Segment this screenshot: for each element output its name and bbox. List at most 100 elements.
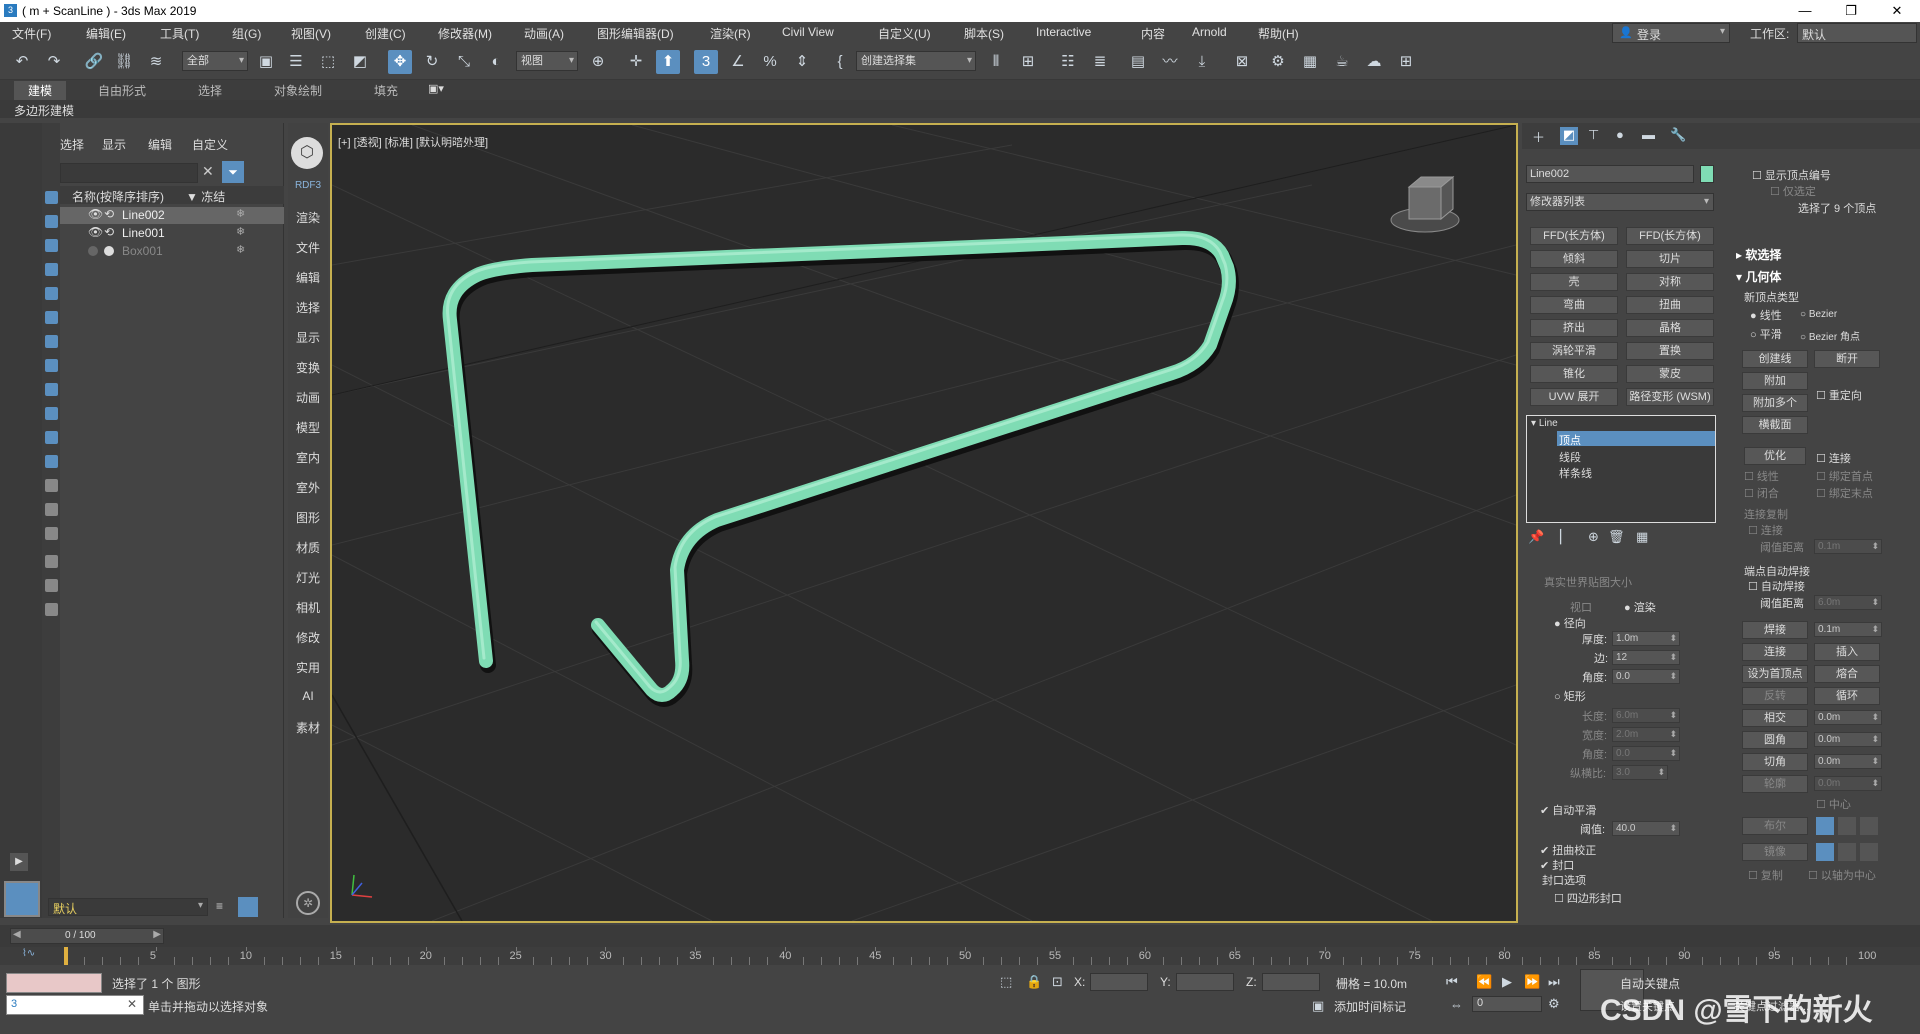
connect-copy-checkbox[interactable]: ☐ 连接	[1748, 522, 1783, 538]
cmd-render[interactable]: 渲染	[288, 209, 328, 226]
time-tag-icon[interactable]: ▣	[1312, 998, 1324, 1014]
explorer-menu-display[interactable]: 显示	[102, 136, 126, 153]
mirror-vertical-icon[interactable]	[1838, 843, 1856, 861]
cmd-display[interactable]: 显示	[288, 329, 328, 346]
lock-icon[interactable]: 🔒	[1026, 974, 1042, 990]
rect-selection-icon[interactable]: ⬚	[316, 50, 340, 74]
tab-populate[interactable]: 填充	[374, 82, 398, 99]
chamfer-button[interactable]: 切角	[1742, 753, 1808, 771]
display-none-icon[interactable]	[45, 503, 58, 516]
go-to-start-icon[interactable]: ⏮	[1446, 974, 1458, 990]
window-crossing-icon[interactable]: ◩	[348, 50, 372, 74]
menu-graph-editors[interactable]: 图形编辑器(D)	[597, 25, 674, 42]
percent-snap-icon[interactable]: %	[758, 50, 782, 74]
funnel-icon[interactable]	[45, 579, 58, 592]
width-spinner[interactable]: 2.0m	[1612, 727, 1680, 742]
object-name-field[interactable]: Line002	[1526, 165, 1694, 183]
ribbon-options-icon[interactable]: ▣▾	[428, 82, 444, 95]
freeze-icon[interactable]: ❄	[236, 207, 245, 220]
type-smooth-radio[interactable]: ○ 平滑	[1750, 326, 1782, 342]
selection-filter-dropdown[interactable]: 全部	[182, 51, 248, 71]
cmd-assets[interactable]: 素材	[288, 719, 328, 736]
boolean-union-icon[interactable]	[1816, 817, 1834, 835]
maxscript-listener-pink[interactable]	[6, 973, 102, 993]
angle-spinner[interactable]: 0.0	[1612, 669, 1680, 684]
show-end-result-icon[interactable]: ▏	[1560, 529, 1570, 545]
cross-section-button[interactable]: 横截面	[1742, 416, 1808, 434]
column-name[interactable]: 名称(按降序排序)	[72, 188, 164, 205]
mod-twist[interactable]: 扭曲	[1626, 296, 1714, 314]
fillet-spinner[interactable]: 0.0m	[1814, 732, 1882, 747]
reverse-button[interactable]: 反转	[1742, 687, 1808, 705]
render-online-icon[interactable]: ☁	[1362, 50, 1386, 74]
remove-modifier-icon[interactable]: 🗑	[1608, 529, 1625, 545]
mod-path-deform[interactable]: 路径变形 (WSM)	[1626, 388, 1714, 406]
isolate-icon[interactable]: ⬚	[1000, 974, 1012, 990]
about-pivot-checkbox[interactable]: ☐ 以轴为中心	[1808, 867, 1876, 883]
cmd-lights[interactable]: 灯光	[288, 569, 328, 586]
fuse-button[interactable]: 熔合	[1814, 665, 1880, 683]
layers-icon[interactable]	[45, 603, 58, 616]
viewport-radio[interactable]: 视口	[1570, 599, 1592, 615]
stack-item-segment[interactable]: 线段	[1559, 449, 1581, 465]
cmd-material[interactable]: 材质	[288, 539, 328, 556]
only-selected-checkbox[interactable]: ☐ 仅选定	[1770, 183, 1816, 199]
tab-modeling[interactable]: 建模	[14, 81, 67, 100]
display-hidden-icon[interactable]	[45, 455, 58, 468]
cmd-utility[interactable]: 实用	[288, 659, 328, 676]
time-slider[interactable]: ◀ 0 / 100 ▶	[10, 928, 164, 944]
time-config-icon[interactable]: ⚙	[1548, 996, 1560, 1012]
mod-extrude[interactable]: 挤出	[1530, 319, 1618, 337]
list-item[interactable]: 👁 ⟲ Line001 ❄	[60, 225, 284, 242]
menu-content[interactable]: 内容	[1141, 25, 1165, 42]
mod-ffd-box-1[interactable]: FFD(长方体)	[1530, 227, 1618, 245]
connect-checkbox[interactable]: ☐ 连接	[1816, 450, 1851, 466]
unlink-icon[interactable]: ⛓	[112, 50, 136, 74]
key-mode-icon[interactable]: ⇔	[1450, 997, 1463, 1012]
bind-last-checkbox[interactable]: ☐ 绑定末点	[1816, 485, 1873, 501]
stack-root-line[interactable]: ▾ Line	[1531, 418, 1558, 429]
layer-dropdown[interactable]: 默认 ▾	[48, 898, 208, 916]
scene-explorer-icon[interactable]: ▤	[1126, 50, 1150, 74]
spinner-snap-icon[interactable]: ⇕	[790, 50, 814, 74]
cmd-exterior[interactable]: 室外	[288, 479, 328, 496]
mod-turbosmooth[interactable]: 涡轮平滑	[1530, 342, 1618, 360]
cmd-select[interactable]: 选择	[288, 299, 328, 316]
eye-icon[interactable]: 👁	[88, 207, 103, 221]
menu-customize[interactable]: 自定义(U)	[878, 25, 931, 42]
menu-rendering[interactable]: 渲染(R)	[710, 25, 751, 42]
render-setup-icon[interactable]: ⚙	[1266, 50, 1290, 74]
play-animation-icon[interactable]: ▶	[1502, 974, 1512, 990]
menu-civil-view[interactable]: Civil View	[782, 25, 834, 39]
cap-checkbox[interactable]: ✔ 封口	[1540, 857, 1574, 873]
curve-editor-mini-icon[interactable]: ⌇∿	[22, 948, 35, 959]
connect-button[interactable]: 连接	[1742, 643, 1808, 661]
mod-lattice[interactable]: 晶格	[1626, 319, 1714, 337]
mod-displace[interactable]: 置换	[1626, 342, 1714, 360]
rotate-icon[interactable]: ↻	[420, 50, 444, 74]
outline-spinner[interactable]: 0.0m	[1814, 776, 1882, 791]
threshold-distance2-spinner[interactable]: 6.0m	[1814, 595, 1882, 610]
pin-stack-icon[interactable]: 📌	[1528, 529, 1544, 545]
cross-insert-button[interactable]: 相交	[1742, 709, 1808, 727]
list-item[interactable]: 👁 ⟲ Line002 ❄	[60, 207, 284, 224]
rectangular-radio[interactable]: ○ 矩形	[1554, 688, 1586, 704]
bind-space-warp-icon[interactable]: ≋	[144, 50, 168, 74]
display-spacewarps-icon[interactable]	[45, 311, 58, 324]
sides-spinner[interactable]: 12	[1612, 650, 1680, 665]
maximize-button[interactable]: ❐	[1828, 0, 1874, 22]
previous-frame-icon[interactable]: ⏪	[1476, 974, 1492, 990]
mod-skin[interactable]: 蒙皮	[1626, 365, 1714, 383]
chamfer-spinner[interactable]: 0.0m	[1814, 754, 1882, 769]
refine-button[interactable]: 优化	[1744, 447, 1806, 465]
z-coordinate-field[interactable]	[1262, 973, 1320, 991]
menu-animation[interactable]: 动画(A)	[524, 25, 564, 42]
next-frame-icon[interactable]: ▶	[153, 929, 161, 940]
hidden-icon[interactable]	[88, 246, 98, 256]
mirror-both-icon[interactable]	[1860, 843, 1878, 861]
render-radio[interactable]: ● 渲染	[1624, 599, 1656, 615]
quad-cap-checkbox[interactable]: ☐ 四边形封口	[1554, 890, 1622, 906]
modify-tab-icon[interactable]: ◩	[1560, 127, 1578, 145]
display-helpers-icon[interactable]	[45, 287, 58, 300]
fillet-button[interactable]: 圆角	[1742, 731, 1808, 749]
